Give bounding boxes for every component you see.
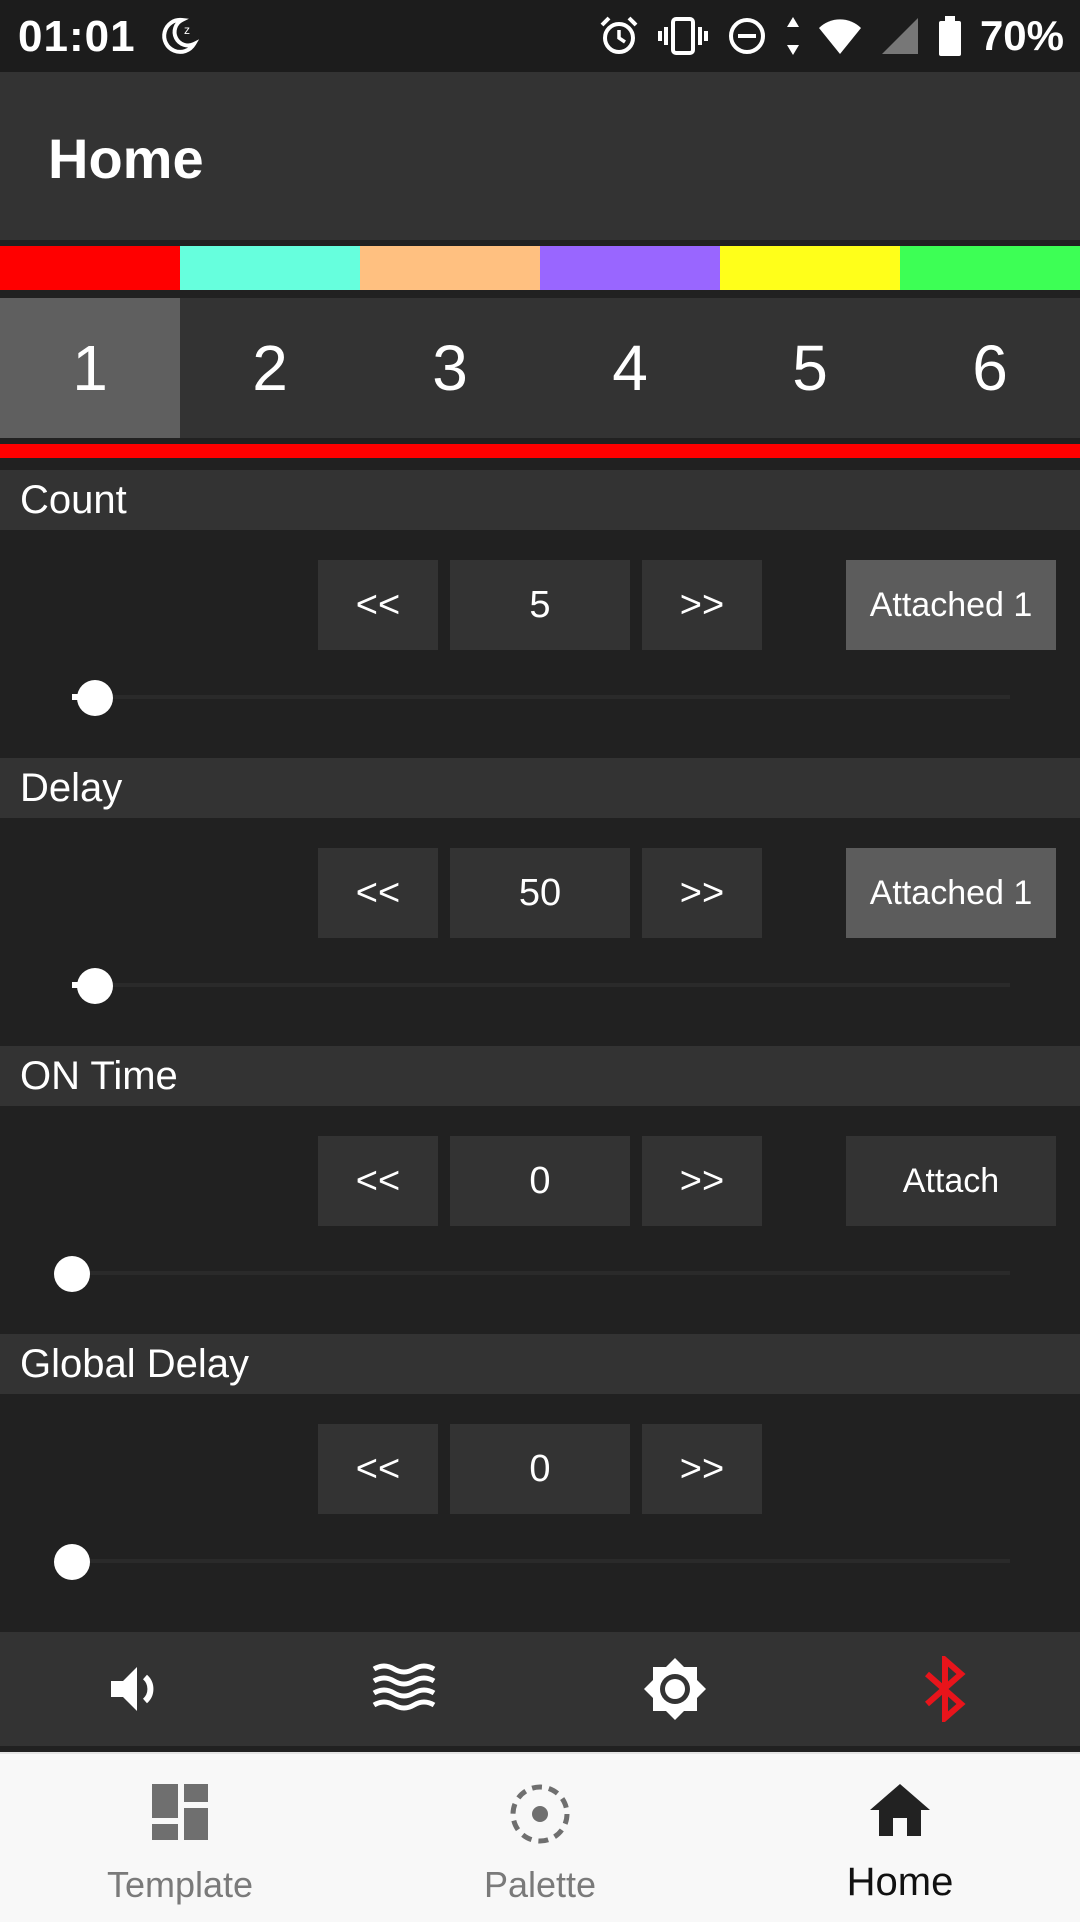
slider-thumb[interactable] — [77, 680, 114, 716]
color-swatch-5[interactable] — [720, 246, 900, 290]
slider-track — [72, 695, 1010, 699]
decrement-button[interactable]: << — [318, 1136, 438, 1226]
value-slider[interactable] — [60, 672, 1010, 722]
channel-tabs: 123456 — [0, 298, 1080, 438]
value-slider[interactable] — [60, 960, 1010, 1010]
increment-button[interactable]: >> — [642, 1424, 762, 1514]
status-bar: 01:01 z 70% — [0, 0, 1080, 72]
section-body: << 50 >> Attached 1 — [0, 818, 1080, 1046]
slider-thumb[interactable] — [77, 968, 114, 1004]
brightness-icon — [644, 1658, 706, 1720]
color-swatch-2[interactable] — [180, 246, 360, 290]
page-title: Home — [48, 127, 204, 190]
attach-button[interactable]: Attached 1 — [846, 560, 1056, 650]
tab-4[interactable]: 4 — [540, 298, 720, 438]
section-body: << 5 >> Attached 1 — [0, 530, 1080, 758]
nav-home-label: Home — [846, 1860, 954, 1904]
increment-button[interactable]: >> — [642, 560, 762, 650]
slider-thumb[interactable] — [54, 1256, 90, 1292]
value-slider[interactable] — [54, 1536, 1010, 1586]
alarm-icon — [600, 16, 638, 54]
decrement-button[interactable]: << — [318, 848, 438, 938]
section-header: Global Delay — [0, 1334, 1080, 1394]
section-label: ON Time — [20, 1054, 178, 1098]
status-icons: 70% — [598, 12, 1064, 60]
status-time: 01:01 — [18, 12, 136, 61]
value-slider[interactable] — [54, 1248, 1010, 1298]
slider-track — [72, 1559, 1010, 1563]
data-arrows-icon — [786, 17, 799, 55]
nav-palette[interactable]: Palette — [360, 1754, 720, 1922]
value-display[interactable]: 0 — [450, 1136, 630, 1226]
do-not-disturb-moon-icon: z — [162, 17, 200, 54]
tab-6[interactable]: 6 — [900, 298, 1080, 438]
tab-3[interactable]: 3 — [360, 298, 540, 438]
on-time-section: ON Time << 0 >> Attach — [0, 1046, 1080, 1334]
dashboard-icon — [152, 1784, 208, 1840]
vibrate-icon — [657, 17, 708, 55]
value-display[interactable]: 5 — [450, 560, 630, 650]
section-body: << 0 >> — [0, 1394, 1080, 1622]
svg-text:z: z — [184, 23, 190, 37]
section-header: Count — [0, 470, 1080, 530]
home-icon — [870, 1784, 930, 1836]
dnd-icon — [728, 18, 765, 54]
waves-button[interactable] — [270, 1632, 540, 1746]
waves-icon — [372, 1663, 436, 1711]
slider-track — [72, 983, 1010, 987]
tab-2[interactable]: 2 — [180, 298, 360, 438]
volume-button[interactable] — [0, 1632, 270, 1746]
bottom-toolbar — [0, 1632, 1080, 1746]
tab-5[interactable]: 5 — [720, 298, 900, 438]
section-header: ON Time — [0, 1046, 1080, 1106]
decrement-button[interactable]: << — [318, 560, 438, 650]
bluetooth-icon — [925, 1656, 966, 1722]
section-body: << 0 >> Attach — [0, 1106, 1080, 1334]
bluetooth-button[interactable] — [810, 1632, 1080, 1746]
color-swatch-1[interactable] — [0, 246, 180, 290]
value-display[interactable]: 50 — [450, 848, 630, 938]
nav-template[interactable]: Template — [0, 1754, 360, 1922]
slider-thumb[interactable] — [54, 1544, 90, 1580]
nav-home[interactable]: Home — [720, 1754, 1080, 1922]
color-swatch-4[interactable] — [540, 246, 720, 290]
tab-1[interactable]: 1 — [0, 298, 180, 438]
active-color-bar — [0, 444, 1080, 458]
count-section: Count << 5 >> Attached 1 — [0, 470, 1080, 758]
section-label: Count — [20, 478, 127, 522]
brightness-button[interactable] — [540, 1632, 810, 1746]
bottom-navigation: Template Palette Home — [0, 1752, 1080, 1922]
color-swatch-6[interactable] — [900, 246, 1080, 290]
section-label: Delay — [20, 766, 123, 810]
palette-icon — [510, 1784, 570, 1844]
section-label: Global Delay — [20, 1342, 250, 1386]
signal-icon — [881, 18, 918, 54]
slider-track — [72, 1271, 1010, 1275]
nav-template-label: Template — [106, 1864, 254, 1905]
attach-button[interactable]: Attach — [846, 1136, 1056, 1226]
increment-button[interactable]: >> — [642, 848, 762, 938]
battery-percent: 70% — [979, 12, 1064, 59]
volume-icon — [111, 1667, 154, 1711]
global-delay-section: Global Delay << 0 >> — [0, 1334, 1080, 1622]
section-header: Delay — [0, 758, 1080, 818]
value-display[interactable]: 0 — [450, 1424, 630, 1514]
increment-button[interactable]: >> — [642, 1136, 762, 1226]
app-bar: Home — [0, 72, 1080, 240]
nav-palette-label: Palette — [483, 1864, 597, 1905]
delay-section: Delay << 50 >> Attached 1 — [0, 758, 1080, 1046]
color-swatch-3[interactable] — [360, 246, 540, 290]
color-swatch-strip — [0, 246, 1080, 290]
decrement-button[interactable]: << — [318, 1424, 438, 1514]
attach-button[interactable]: Attached 1 — [846, 848, 1056, 938]
battery-icon — [938, 16, 961, 56]
wifi-icon — [818, 19, 861, 54]
